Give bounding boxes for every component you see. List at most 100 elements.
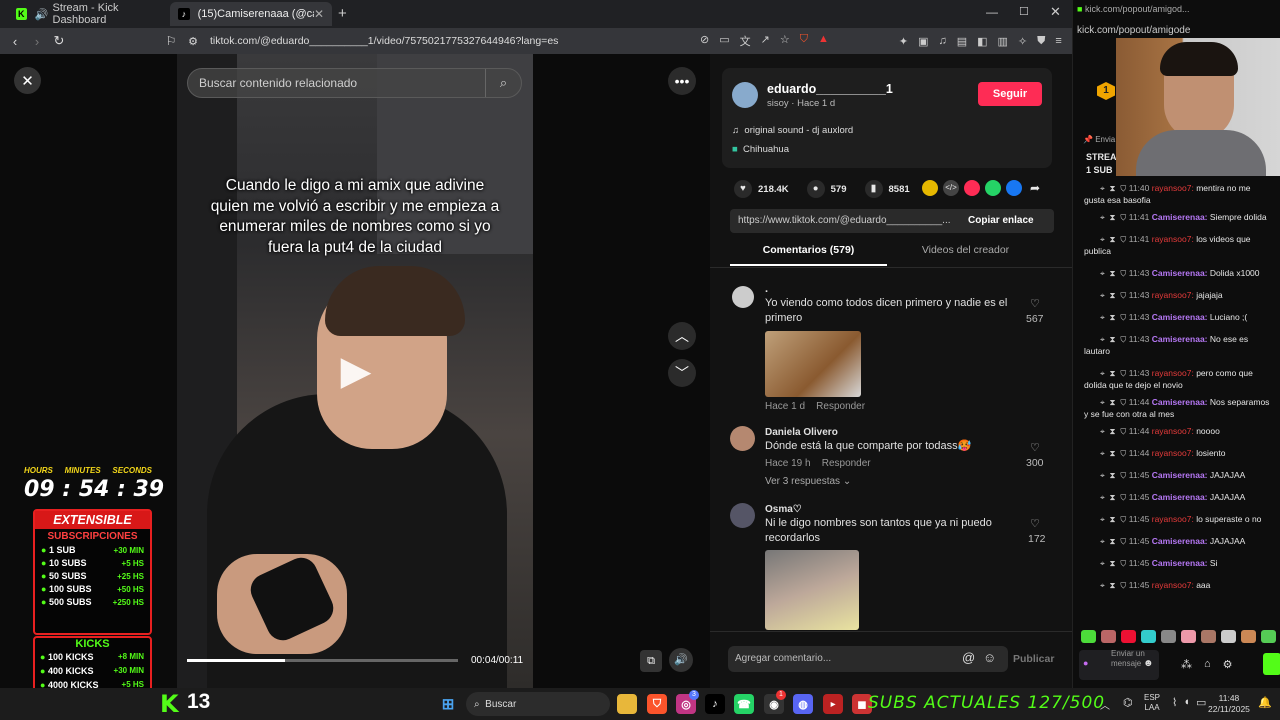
comment-icon[interactable]: ● xyxy=(806,180,825,198)
pip-icon[interactable]: ⧉ xyxy=(640,650,662,672)
back-icon[interactable]: ‹ xyxy=(4,34,26,49)
timeout-icon[interactable]: ⧗ xyxy=(1110,426,1116,436)
chat-username[interactable]: rayansoo7: xyxy=(1152,580,1194,590)
play-icon[interactable]: ▶ xyxy=(333,348,379,394)
send-icon[interactable] xyxy=(964,180,980,196)
close-window-button[interactable]: ✕ xyxy=(1050,4,1061,20)
comment-like-icon[interactable]: ♡ xyxy=(1030,441,1040,454)
emote-icon[interactable] xyxy=(1201,630,1216,643)
windows-start-icon[interactable]: ⊞ xyxy=(438,694,458,714)
ban-icon[interactable]: ⛉ xyxy=(1120,492,1126,502)
timeout-icon[interactable]: ⧗ xyxy=(1110,212,1116,222)
pin-message-icon[interactable]: ⌖ xyxy=(1100,426,1105,436)
brave-icon[interactable]: ⛉ xyxy=(647,694,667,714)
comment-username[interactable]: Osma♡ xyxy=(765,502,802,517)
pin-message-icon[interactable]: ⌖ xyxy=(1100,397,1105,407)
pin-message-icon[interactable]: ⌖ xyxy=(1100,470,1105,480)
clock[interactable]: 11:48 22/11/2025 xyxy=(1208,693,1250,715)
new-tab-button[interactable]: + xyxy=(338,5,347,22)
chat-username[interactable]: rayansoo7: xyxy=(1152,368,1194,378)
brave-shield-icon[interactable]: ⛉ xyxy=(800,33,808,49)
sidebar-icon[interactable]: ▣ xyxy=(918,35,928,48)
pin-message-icon[interactable]: ⌖ xyxy=(1100,558,1105,568)
ban-icon[interactable]: ⛉ xyxy=(1120,212,1126,222)
store-icon[interactable]: ⌂ xyxy=(1204,658,1211,671)
share-link-text[interactable]: https://www.tiktok.com/@eduardo_________… xyxy=(738,215,951,226)
pin-message-icon[interactable]: ⌖ xyxy=(1100,290,1105,300)
copy-link-button[interactable]: Copiar enlace xyxy=(968,215,1034,226)
ban-icon[interactable]: ⛉ xyxy=(1120,234,1126,244)
chat-send-button[interactable] xyxy=(1263,653,1280,675)
chat-username[interactable]: rayansoo7: xyxy=(1152,426,1194,436)
discord-icon[interactable]: ◍ xyxy=(793,694,813,714)
timeout-icon[interactable]: ⧗ xyxy=(1110,514,1116,524)
comment-image[interactable] xyxy=(765,550,859,630)
commenter-avatar[interactable] xyxy=(730,426,755,451)
music-icon[interactable]: ♫ xyxy=(938,35,946,48)
more-options-icon[interactable]: ••• xyxy=(668,67,696,95)
chat-username[interactable]: Camiserenaa: xyxy=(1152,558,1208,568)
tab-tiktok[interactable]: ♪ (15)Camiserenaaa (@camiserena ✕ xyxy=(170,2,332,26)
timeout-icon[interactable]: ⧗ xyxy=(1110,492,1116,502)
taskbar-search[interactable]: ⌕ Buscar xyxy=(466,692,610,716)
timeout-icon[interactable]: ⧗ xyxy=(1110,368,1116,378)
ban-icon[interactable]: ⛉ xyxy=(1120,290,1126,300)
heart-icon[interactable]: ♥ xyxy=(734,180,752,198)
video-player[interactable]: ▶ xyxy=(177,54,533,688)
bookmark-icon[interactable]: ▮ xyxy=(864,180,883,198)
reader-icon[interactable]: ▤ xyxy=(957,35,967,48)
comment-like-icon[interactable]: ♡ xyxy=(1030,517,1040,530)
settings-icon[interactable]: ⚙ xyxy=(1223,658,1233,671)
tab-creator-videos[interactable]: Videos del creador xyxy=(887,244,1044,266)
chat-username[interactable]: rayansoo7: xyxy=(1152,514,1194,524)
pin-message-icon[interactable]: ⌖ xyxy=(1100,536,1105,546)
bookmark-icon[interactable]: ⚐ xyxy=(160,34,182,48)
chat-username[interactable]: Camiserenaa: xyxy=(1152,492,1208,502)
ban-icon[interactable]: ⛉ xyxy=(1120,448,1126,458)
pin-message-icon[interactable]: ⌖ xyxy=(1100,268,1105,278)
pin-message-icon[interactable]: ⌖ xyxy=(1100,334,1105,344)
chat-username[interactable]: rayansoo7: xyxy=(1152,234,1194,244)
ban-icon[interactable]: ⛉ xyxy=(1120,470,1126,480)
video-app-icon[interactable]: ▶ xyxy=(823,694,843,714)
network-icon[interactable]: ⌇ xyxy=(1172,696,1177,709)
puzzle-icon[interactable]: ✦ xyxy=(899,35,908,48)
ban-icon[interactable]: ⛉ xyxy=(1120,334,1126,344)
timeout-icon[interactable]: ⧗ xyxy=(1110,470,1116,480)
rewards-icon[interactable]: ▲ xyxy=(818,33,829,49)
whatsapp-icon[interactable] xyxy=(985,180,1001,196)
timeout-icon[interactable]: ⧗ xyxy=(1110,290,1116,300)
share-icon[interactable]: ↗ xyxy=(761,33,770,49)
pin-message-icon[interactable]: ⌖ xyxy=(1100,234,1105,244)
author-avatar[interactable] xyxy=(732,82,758,108)
ban-icon[interactable]: ⛉ xyxy=(1120,183,1126,193)
comment-input[interactable]: Agregar comentario... @ ☺ xyxy=(728,646,1008,672)
publish-button[interactable]: Publicar xyxy=(1013,653,1054,665)
comment-like-icon[interactable]: ♡ xyxy=(1030,297,1040,310)
mention-icon[interactable]: @ xyxy=(962,650,975,665)
mic-icon[interactable]: ● xyxy=(1083,658,1088,668)
language-indicator[interactable]: ESP LAA xyxy=(1144,693,1160,713)
maximize-button[interactable]: ☐ xyxy=(1019,5,1029,18)
star-icon[interactable]: ☆ xyxy=(780,33,790,49)
pin-message-icon[interactable]: ⌖ xyxy=(1100,514,1105,524)
close-tab-icon[interactable]: ✕ xyxy=(314,7,324,21)
chat-username[interactable]: rayansoo7: xyxy=(1152,290,1194,300)
chat-url-bar[interactable]: kick.com/popout/amigode xyxy=(1077,25,1190,36)
timeout-icon[interactable]: ⧗ xyxy=(1110,234,1116,244)
volume-icon[interactable]: 🔊 xyxy=(669,648,693,672)
ban-icon[interactable]: ⛉ xyxy=(1120,536,1126,546)
search-input[interactable]: Buscar contenido relacionado ⌕ xyxy=(187,68,522,98)
pin-message-icon[interactable]: ⌖ xyxy=(1100,212,1105,222)
commenter-avatar[interactable] xyxy=(732,286,754,308)
forward-icon[interactable]: › xyxy=(26,34,48,49)
pin-message-icon[interactable]: ⌖ xyxy=(1100,580,1105,590)
chat-input[interactable]: ● Enviar un mensaje ☻ xyxy=(1079,649,1159,680)
emote-icon[interactable] xyxy=(1221,630,1236,643)
ban-icon[interactable]: ⛉ xyxy=(1120,426,1126,436)
tiktok-taskbar-icon[interactable]: ♪ xyxy=(705,694,725,714)
notifications-icon[interactable]: 🔔 xyxy=(1258,696,1272,709)
sound-row[interactable]: ♫ original sound - dj auxlord xyxy=(732,125,853,136)
emote-icon[interactable] xyxy=(1181,630,1196,643)
ban-icon[interactable]: ⛉ xyxy=(1120,397,1126,407)
